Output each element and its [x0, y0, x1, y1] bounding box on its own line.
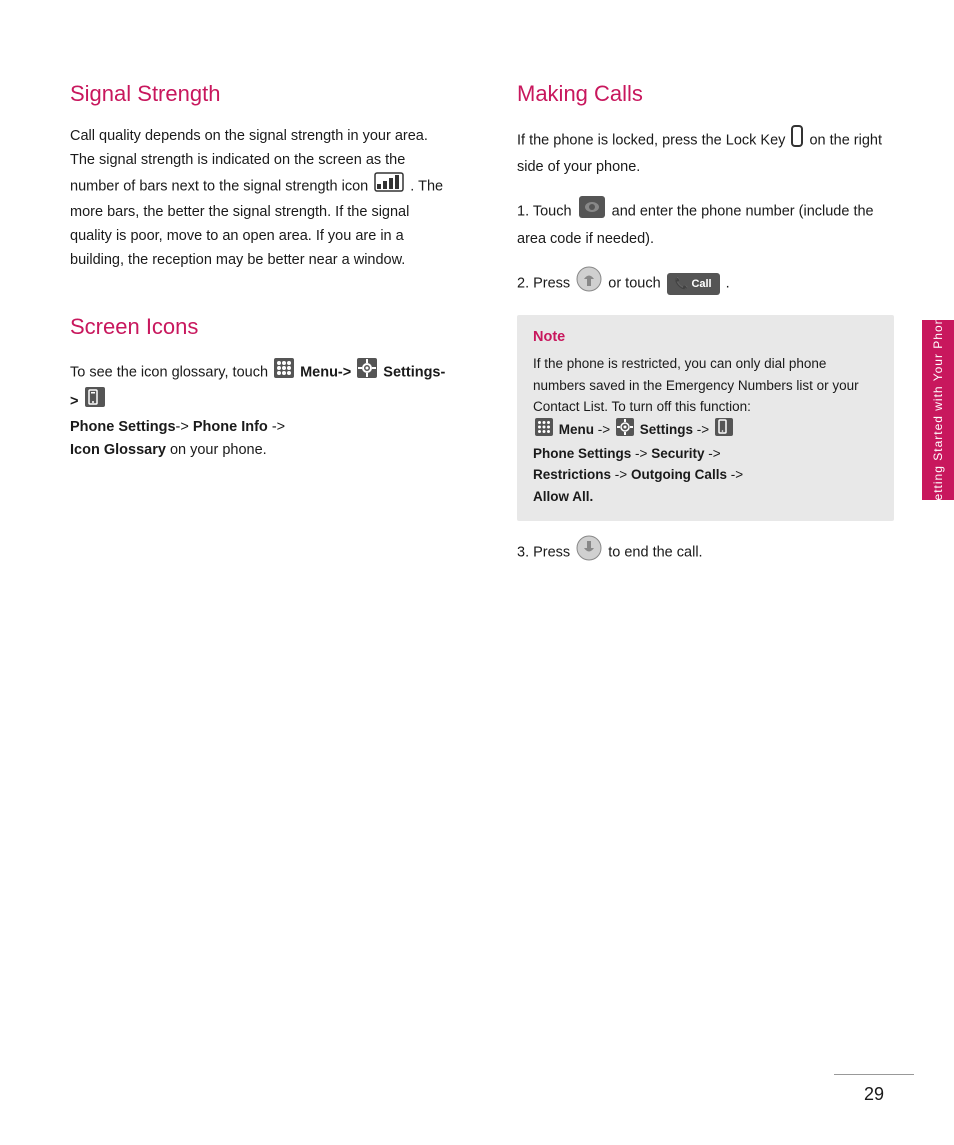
screen-icons-body: To see the icon glossary, touch	[70, 358, 447, 464]
touch-phone-icon	[578, 195, 606, 228]
arrow2: ->	[272, 419, 285, 435]
note-arrow3: ->	[635, 446, 647, 461]
note-settings-label: Settings	[640, 422, 693, 437]
step3-text: 3. Press to end the call.	[517, 535, 703, 570]
making-calls-intro: If the phone is locked, press the Lock K…	[517, 125, 894, 180]
note-outgoing: Outgoing Calls	[631, 467, 727, 482]
end-call-icon	[576, 535, 602, 570]
step2-middle: or touch	[608, 276, 660, 292]
note-allow-all: Allow All.	[533, 489, 593, 504]
page-number: 29	[864, 1084, 884, 1105]
note-arrow2: ->	[697, 422, 709, 437]
step-1: 1. Touch and enter the phone number (inc…	[517, 195, 894, 252]
step1-text: 1. Touch and enter the phone number (inc…	[517, 195, 894, 252]
note-arrow1: ->	[598, 422, 610, 437]
step2-prefix: 2. Press	[517, 276, 570, 292]
signal-strength-title: Signal Strength	[70, 80, 447, 109]
icon-glossary-text: Icon Glossary	[70, 442, 166, 458]
phone-info-text: Phone Info	[193, 419, 268, 435]
note-restrictions: Restrictions	[533, 467, 611, 482]
phone-settings-icon	[85, 387, 105, 416]
note-arrow6: ->	[731, 467, 743, 482]
settings-icon	[357, 358, 377, 387]
signal-strength-section: Signal Strength Call quality depends on …	[70, 80, 447, 273]
menu-label: Menu->	[300, 364, 351, 380]
note-content: If the phone is restricted, you can only…	[533, 353, 878, 507]
step3-suffix: to end the call.	[608, 545, 702, 561]
screen-icons-title: Screen Icons	[70, 313, 447, 342]
note-security: Security	[651, 446, 704, 461]
right-column: Making Calls If the phone is locked, pre…	[507, 80, 894, 584]
call-button-icon: 📞 Call	[667, 273, 720, 295]
step2-text: 2. Press or touch 📞 Call .	[517, 266, 730, 301]
screen-icons-text1: To see the icon glossary, touch	[70, 364, 268, 380]
note-menu-icon	[535, 418, 553, 443]
intro-text1: If the phone is locked, press the Lock K…	[517, 132, 785, 148]
note-menu-label: Menu	[559, 422, 594, 437]
lock-key-icon	[791, 125, 803, 156]
step1-prefix: 1. Touch	[517, 204, 572, 220]
step-2: 2. Press or touch 📞 Call .	[517, 266, 894, 301]
note-text1: If the phone is restricted, you can only…	[533, 356, 859, 414]
note-arrow5: ->	[615, 467, 627, 482]
note-phone-settings-icon	[715, 418, 733, 443]
note-title: Note	[533, 329, 878, 345]
page-container: Signal Strength Call quality depends on …	[0, 0, 954, 1145]
making-calls-title: Making Calls	[517, 80, 894, 109]
two-column-layout: Signal Strength Call quality depends on …	[70, 80, 894, 584]
phone-settings-text: Phone Settings	[70, 419, 176, 435]
screen-icons-section: Screen Icons To see the icon glossary, t…	[70, 313, 447, 463]
note-settings-icon	[616, 418, 634, 443]
signal-strength-icon	[374, 172, 404, 201]
step-3: 3. Press to end the call.	[517, 535, 894, 570]
signal-strength-body: Call quality depends on the signal stren…	[70, 125, 447, 274]
step3-prefix: 3. Press	[517, 545, 570, 561]
note-phone-settings: Phone Settings	[533, 446, 631, 461]
divider-line	[834, 1074, 914, 1075]
left-column: Signal Strength Call quality depends on …	[70, 80, 467, 584]
send-key-icon	[576, 266, 602, 301]
note-arrow4: ->	[708, 446, 720, 461]
note-box: Note If the phone is restricted, you can…	[517, 315, 894, 521]
menu-icon	[274, 358, 294, 387]
on-phone-text: on your phone.	[170, 442, 267, 458]
side-tab: Getting Started with Your Phone	[922, 320, 954, 500]
making-calls-section: Making Calls If the phone is locked, pre…	[517, 80, 894, 179]
arrow1: ->	[176, 419, 189, 435]
side-tab-text: Getting Started with Your Phone	[931, 309, 945, 511]
